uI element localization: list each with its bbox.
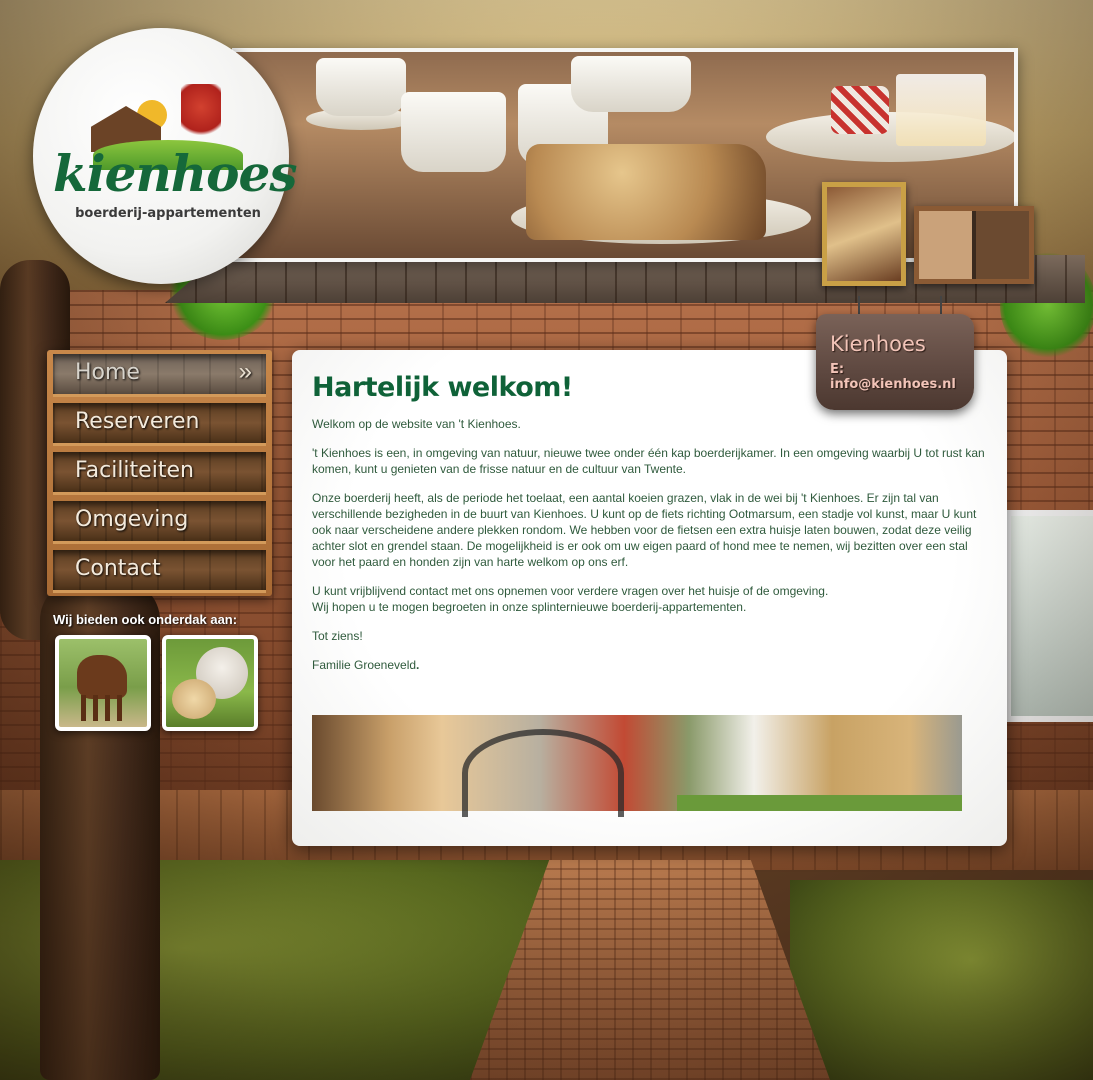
content-panel: Hartelijk welkom! Welkom op de website v… bbox=[292, 350, 1007, 846]
nav-item-label: Contact bbox=[75, 556, 161, 581]
nav-item-label: Home bbox=[75, 360, 140, 385]
contact-line-1: U kunt vrijblijvend contact met ons opne… bbox=[312, 584, 829, 598]
bread-shape bbox=[526, 144, 766, 240]
logo-wordmark: kienhoes bbox=[53, 144, 297, 203]
nav-item-label: Reserveren bbox=[75, 409, 200, 434]
puppy-silhouette bbox=[172, 679, 216, 719]
contact-line-2: Wij hopen u te mogen begroeten in onze s… bbox=[312, 600, 747, 614]
nav-item-home[interactable]: Home » bbox=[53, 354, 266, 397]
nav-item-faciliteiten[interactable]: Faciliteiten bbox=[53, 452, 266, 495]
paragraph-farm: Onze boerderij heeft, als de periode het… bbox=[312, 491, 977, 569]
logo-tree-icon bbox=[181, 84, 221, 142]
signature-dot: . bbox=[416, 658, 420, 672]
contact-sign: Kienhoes E: info@kienhoes.nl bbox=[816, 314, 974, 410]
nav-item-label: Faciliteiten bbox=[75, 458, 194, 483]
welcome-text: Welkom op de website van 't Kienhoes. 't… bbox=[312, 416, 988, 686]
teacup-shape-2 bbox=[571, 56, 691, 112]
lawn-shape bbox=[677, 795, 962, 811]
page-title: Hartelijk welkom! bbox=[312, 372, 573, 403]
nav-item-contact[interactable]: Contact bbox=[53, 550, 266, 593]
nav-item-reserveren[interactable]: Reserveren bbox=[53, 403, 266, 446]
nav-item-label: Omgeving bbox=[75, 507, 189, 532]
photo-frame-interior bbox=[822, 182, 906, 286]
paragraph-goodbye: Tot ziens! bbox=[312, 629, 363, 643]
horse-thumbnail[interactable] bbox=[55, 635, 151, 731]
signature-name: Familie Groeneveld bbox=[312, 658, 417, 672]
napkin-shape bbox=[831, 86, 889, 134]
double-chevron-right-icon: » bbox=[238, 358, 252, 385]
teacup-shape bbox=[316, 58, 406, 116]
photo-frame-stable bbox=[914, 206, 1034, 284]
paragraph-about: 't Kienhoes is een, in omgeving van natu… bbox=[312, 446, 985, 476]
offers-heading: Wij bieden ook onderdak aan: bbox=[53, 612, 238, 627]
glass-shape bbox=[896, 74, 986, 146]
sign-title: Kienhoes bbox=[830, 332, 926, 356]
farm-photo-strip bbox=[312, 715, 962, 817]
paragraph-contact: U kunt vrijblijvend contact met ons opne… bbox=[312, 583, 988, 615]
bicycle-shape bbox=[462, 729, 624, 817]
sugar-pot-shape bbox=[401, 92, 506, 172]
main-navigation: Home » Reserveren Faciliteiten Omgeving … bbox=[47, 350, 272, 596]
logo-tagline: boerderij-appartementen bbox=[75, 206, 261, 221]
sign-email-link[interactable]: E: info@kienhoes.nl bbox=[830, 362, 974, 392]
paragraph-signature: Familie Groeneveld. bbox=[312, 657, 988, 673]
horse-silhouette bbox=[77, 655, 127, 699]
nav-item-omgeving[interactable]: Omgeving bbox=[53, 501, 266, 544]
site-logo[interactable]: kienhoes boerderij-appartementen bbox=[33, 28, 297, 284]
horse-legs bbox=[81, 695, 123, 721]
dog-thumbnail[interactable] bbox=[162, 635, 258, 731]
paragraph-intro: Welkom op de website van 't Kienhoes. bbox=[312, 417, 521, 431]
